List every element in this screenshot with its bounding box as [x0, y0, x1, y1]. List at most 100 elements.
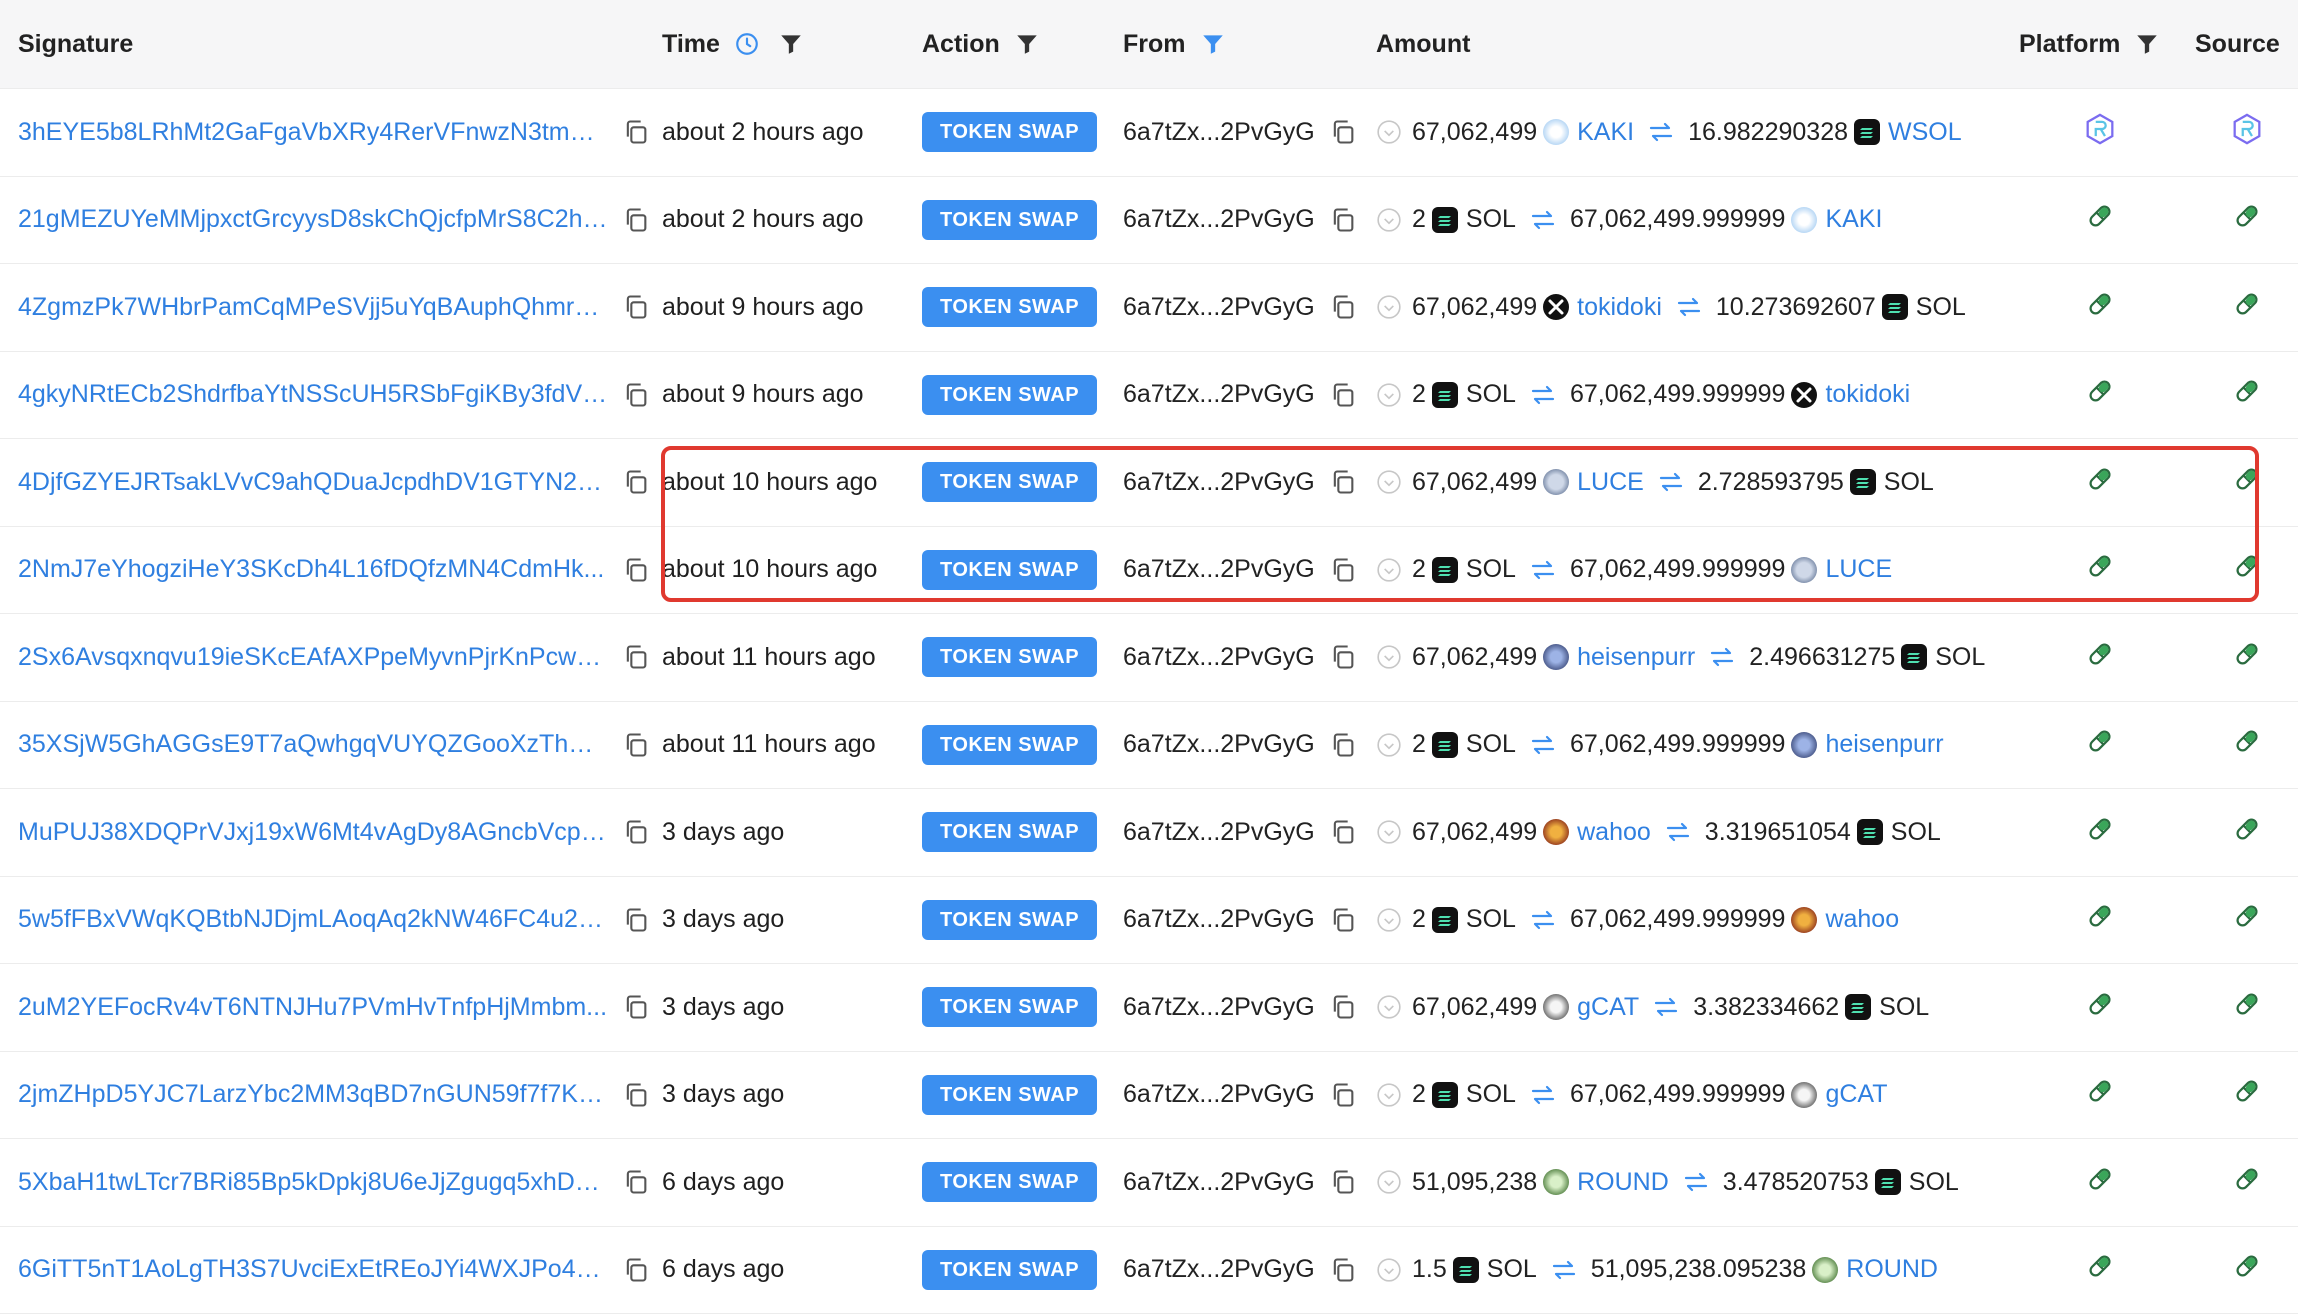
from-address[interactable]: 6a7tZx...2PvGyG: [1123, 730, 1315, 759]
pill-icon[interactable]: [2232, 464, 2262, 501]
filter-icon[interactable]: [778, 31, 804, 57]
pill-icon[interactable]: [2232, 289, 2262, 326]
table-row[interactable]: 35XSjW5GhAGGsE9T7aQwhgqVUYQZGooXzThHiH..…: [0, 702, 2298, 790]
token-in-label[interactable]: SOL: [1466, 1080, 1516, 1109]
signature-link[interactable]: 4ZgmzPk7WHbrPamCqMPeSVjj5uYqBAuphQhmrb..…: [18, 293, 608, 322]
copy-icon[interactable]: [1329, 993, 1357, 1021]
signature-link[interactable]: 4gkyNRtECb2ShdrfbaYtNSScUH5RSbFgiKBy3fdV…: [18, 380, 608, 409]
pill-icon[interactable]: [2085, 639, 2115, 676]
token-in-label[interactable]: KAKI: [1577, 118, 1634, 147]
token-out-label[interactable]: SOL: [1891, 818, 1941, 847]
table-row[interactable]: 4DjfGZYEJRTsakLVvC9ahQDuaJcpdhDV1GTYN2fo…: [0, 439, 2298, 527]
from-address[interactable]: 6a7tZx...2PvGyG: [1123, 1255, 1315, 1284]
table-row[interactable]: 4ZgmzPk7WHbrPamCqMPeSVjj5uYqBAuphQhmrb..…: [0, 264, 2298, 352]
copy-icon[interactable]: [622, 993, 650, 1021]
token-in-label[interactable]: SOL: [1487, 1255, 1537, 1284]
token-out-label[interactable]: heisenpurr: [1825, 730, 1943, 759]
pill-icon[interactable]: [2085, 1076, 2115, 1113]
copy-icon[interactable]: [1329, 118, 1357, 146]
pill-icon[interactable]: [2085, 376, 2115, 413]
pill-icon[interactable]: [2232, 551, 2262, 588]
pill-icon[interactable]: [2085, 201, 2115, 238]
from-address[interactable]: 6a7tZx...2PvGyG: [1123, 118, 1315, 147]
table-row[interactable]: 3hEYE5b8LRhMt2GaFgaVbXRy4RerVFnwzN3tmLt3…: [0, 89, 2298, 177]
copy-icon[interactable]: [622, 468, 650, 496]
token-out-label[interactable]: SOL: [1879, 993, 1929, 1022]
from-address[interactable]: 6a7tZx...2PvGyG: [1123, 555, 1315, 584]
copy-icon[interactable]: [1329, 206, 1357, 234]
signature-link[interactable]: 5w5fFBxVWqKQBtbNJDjmLAoqAq2kNW46FC4u2zi.…: [18, 905, 608, 934]
token-in-label[interactable]: ROUND: [1577, 1168, 1669, 1197]
token-in-label[interactable]: SOL: [1466, 555, 1516, 584]
pill-icon[interactable]: [2232, 1076, 2262, 1113]
pill-icon[interactable]: [2085, 814, 2115, 851]
copy-icon[interactable]: [622, 206, 650, 234]
copy-icon[interactable]: [1329, 731, 1357, 759]
copy-icon[interactable]: [622, 731, 650, 759]
pill-icon[interactable]: [2085, 551, 2115, 588]
copy-icon[interactable]: [1329, 556, 1357, 584]
pill-icon[interactable]: [2232, 1164, 2262, 1201]
from-address[interactable]: 6a7tZx...2PvGyG: [1123, 818, 1315, 847]
token-out-label[interactable]: SOL: [1916, 293, 1966, 322]
signature-link[interactable]: 21gMEZUYeMMjpxctGrcyysD8skChQjcfpMrS8C2h…: [18, 205, 608, 234]
token-in-label[interactable]: tokidoki: [1577, 293, 1662, 322]
copy-icon[interactable]: [622, 293, 650, 321]
pill-icon[interactable]: [2232, 639, 2262, 676]
signature-link[interactable]: 3hEYE5b8LRhMt2GaFgaVbXRy4RerVFnwzN3tmLt3…: [18, 118, 608, 147]
signature-link[interactable]: 2jmZHpD5YJC7LarzYbc2MM3qBD7nGUN59f7f7Ko.…: [18, 1080, 608, 1109]
table-row[interactable]: 2jmZHpD5YJC7LarzYbc2MM3qBD7nGUN59f7f7Ko.…: [0, 1052, 2298, 1140]
token-in-label[interactable]: LUCE: [1577, 468, 1644, 497]
token-in-label[interactable]: SOL: [1466, 205, 1516, 234]
filter-icon[interactable]: [2134, 31, 2160, 57]
pill-icon[interactable]: [2085, 464, 2115, 501]
copy-icon[interactable]: [622, 1081, 650, 1109]
signature-link[interactable]: MuPUJ38XDQPrVJxj19xW6Mt4vAgDy8AGncbVcpy.…: [18, 818, 608, 847]
signature-link[interactable]: 35XSjW5GhAGGsE9T7aQwhgqVUYQZGooXzThHiH..…: [18, 730, 608, 759]
token-out-label[interactable]: ROUND: [1846, 1255, 1938, 1284]
filter-icon[interactable]: [1200, 31, 1226, 57]
signature-link[interactable]: 4DjfGZYEJRTsakLVvC9ahQDuaJcpdhDV1GTYN2fo…: [18, 468, 608, 497]
token-out-label[interactable]: gCAT: [1825, 1080, 1887, 1109]
table-row[interactable]: 5w5fFBxVWqKQBtbNJDjmLAoqAq2kNW46FC4u2zi.…: [0, 877, 2298, 965]
copy-icon[interactable]: [622, 1168, 650, 1196]
token-in-label[interactable]: SOL: [1466, 380, 1516, 409]
copy-icon[interactable]: [1329, 293, 1357, 321]
copy-icon[interactable]: [622, 818, 650, 846]
table-row[interactable]: 6GiTT5nT1AoLgTH3S7UvciExEtREoJYi4WXJPo46…: [0, 1227, 2298, 1314]
table-row[interactable]: 2Sx6Avsqxnqvu19ieSKcEAfAXPpeMyvnPjrKnPcw…: [0, 614, 2298, 702]
pill-icon[interactable]: [2085, 1251, 2115, 1288]
token-out-label[interactable]: SOL: [1884, 468, 1934, 497]
pill-icon[interactable]: [2232, 376, 2262, 413]
signature-link[interactable]: 2uM2YEFocRv4vT6NTNJHu7PVmHvTnfpHjMmbm...: [18, 993, 608, 1022]
table-row[interactable]: 2uM2YEFocRv4vT6NTNJHu7PVmHvTnfpHjMmbm...…: [0, 964, 2298, 1052]
token-out-label[interactable]: WSOL: [1888, 118, 1962, 147]
token-in-label[interactable]: SOL: [1466, 905, 1516, 934]
copy-icon[interactable]: [622, 906, 650, 934]
pill-icon[interactable]: [2085, 289, 2115, 326]
table-row[interactable]: 21gMEZUYeMMjpxctGrcyysD8skChQjcfpMrS8C2h…: [0, 177, 2298, 265]
copy-icon[interactable]: [622, 381, 650, 409]
copy-icon[interactable]: [622, 118, 650, 146]
token-out-label[interactable]: SOL: [1935, 643, 1985, 672]
pill-icon[interactable]: [2232, 1251, 2262, 1288]
signature-link[interactable]: 2Sx6Avsqxnqvu19ieSKcEAfAXPpeMyvnPjrKnPcw…: [18, 643, 608, 672]
token-out-label[interactable]: SOL: [1909, 1168, 1959, 1197]
token-out-label[interactable]: wahoo: [1825, 905, 1899, 934]
copy-icon[interactable]: [1329, 468, 1357, 496]
from-address[interactable]: 6a7tZx...2PvGyG: [1123, 468, 1315, 497]
filter-icon[interactable]: [1014, 31, 1040, 57]
copy-icon[interactable]: [1329, 1081, 1357, 1109]
copy-icon[interactable]: [622, 643, 650, 671]
token-out-label[interactable]: KAKI: [1825, 205, 1882, 234]
pill-icon[interactable]: [2232, 201, 2262, 238]
copy-icon[interactable]: [1329, 1256, 1357, 1284]
raydium-icon[interactable]: [2230, 112, 2264, 153]
token-out-label[interactable]: tokidoki: [1825, 380, 1910, 409]
from-address[interactable]: 6a7tZx...2PvGyG: [1123, 205, 1315, 234]
table-row[interactable]: 4gkyNRtECb2ShdrfbaYtNSScUH5RSbFgiKBy3fdV…: [0, 352, 2298, 440]
table-row[interactable]: 5XbaH1twLTcr7BRi85Bp5kDpkj8U6eJjZgugq5xh…: [0, 1139, 2298, 1227]
token-out-label[interactable]: LUCE: [1825, 555, 1892, 584]
signature-link[interactable]: 5XbaH1twLTcr7BRi85Bp5kDpkj8U6eJjZgugq5xh…: [18, 1168, 608, 1197]
token-in-label[interactable]: gCAT: [1577, 993, 1639, 1022]
